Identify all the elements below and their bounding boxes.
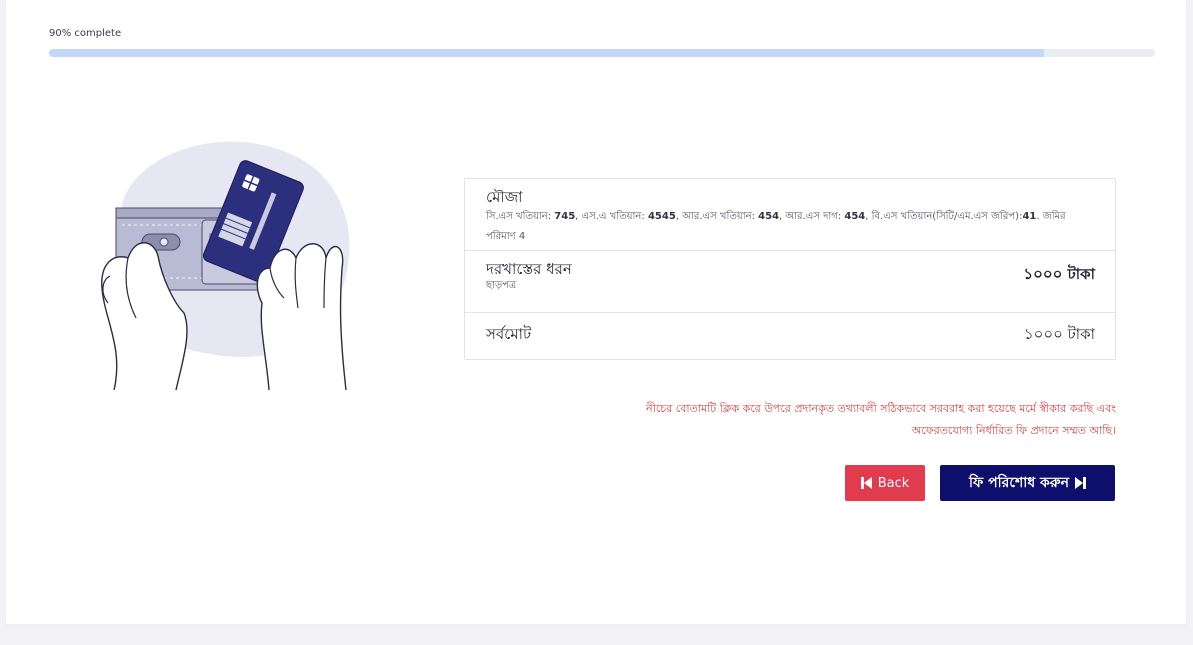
- summary-row-total: সর্বমোট ১০০০ টাকা: [465, 313, 1115, 359]
- confirmation-notice: নীচের বোতামটি ক্লিক করে উপরে প্রদানকৃত ত…: [476, 398, 1116, 442]
- skip-forward-icon: [1074, 477, 1086, 489]
- skip-back-icon: [860, 477, 872, 489]
- summary-row-mouza: মৌজা সি.এস খতিয়ান: 745, এস.এ খতিয়ান: 4…: [465, 179, 1115, 251]
- progress-bar: [49, 49, 1155, 57]
- notice-line-2: অফেরতযোগ্য নির্ধারিত ফি প্রদানে সম্মত আছ…: [911, 424, 1116, 437]
- pay-fee-button[interactable]: ফি পরিশোধ করুন: [940, 465, 1115, 501]
- wallet-card-illustration: [84, 128, 374, 394]
- payment-summary-table: মৌজা সি.এস খতিয়ান: 745, এস.এ খতিয়ান: 4…: [464, 178, 1116, 360]
- progress-label: 90% complete: [49, 28, 122, 39]
- rs-dag-label: আর.এস দাগ:: [785, 211, 842, 222]
- back-button[interactable]: Back: [845, 465, 925, 501]
- back-button-label: Back: [877, 475, 910, 491]
- cs-khatian-label: সি.এস খতিয়ান:: [486, 211, 552, 222]
- notice-line-1: নীচের বোতামটি ক্লিক করে উপরে প্রদানকৃত ত…: [646, 402, 1116, 415]
- rs-dag-value: 454: [844, 211, 866, 222]
- mouza-title: মৌজা: [486, 188, 523, 206]
- pay-fee-button-label: ফি পরিশোধ করুন: [969, 475, 1069, 491]
- rs-khatian-label: আর.এস খতিয়ান:: [682, 211, 755, 222]
- rs-khatian-value: 454: [758, 211, 780, 222]
- summary-row-application: দরখাস্তের ধরন ছাড়পত্র ১০০০ টাকা: [465, 251, 1115, 313]
- mouza-details: সি.এস খতিয়ান: 745, এস.এ খতিয়ান: 4545, …: [486, 211, 1066, 242]
- bs-khatian-label: বি.এস খতিয়ান(সিটি/এম.এস জরিপ):: [871, 211, 1023, 222]
- application-title: দরখাস্তের ধরন: [486, 260, 572, 278]
- sa-khatian-value: 4545: [647, 211, 676, 222]
- payment-card: 90% complete মৌজা সি.এস খতিয়ান: 745, এস…: [6, 0, 1186, 624]
- cs-khatian-value: 745: [554, 211, 576, 222]
- application-subtitle: ছাড়পত্র: [486, 280, 517, 291]
- sa-khatian-label: এস.এ খতিয়ান:: [581, 211, 645, 222]
- application-amount: ১০০০ টাকা: [1023, 265, 1095, 283]
- bs-khatian-value: 41: [1022, 211, 1037, 222]
- total-amount: ১০০০ টাকা: [1023, 325, 1095, 343]
- progress-bar-fill: [49, 49, 1045, 57]
- total-title: সর্বমোট: [486, 325, 532, 343]
